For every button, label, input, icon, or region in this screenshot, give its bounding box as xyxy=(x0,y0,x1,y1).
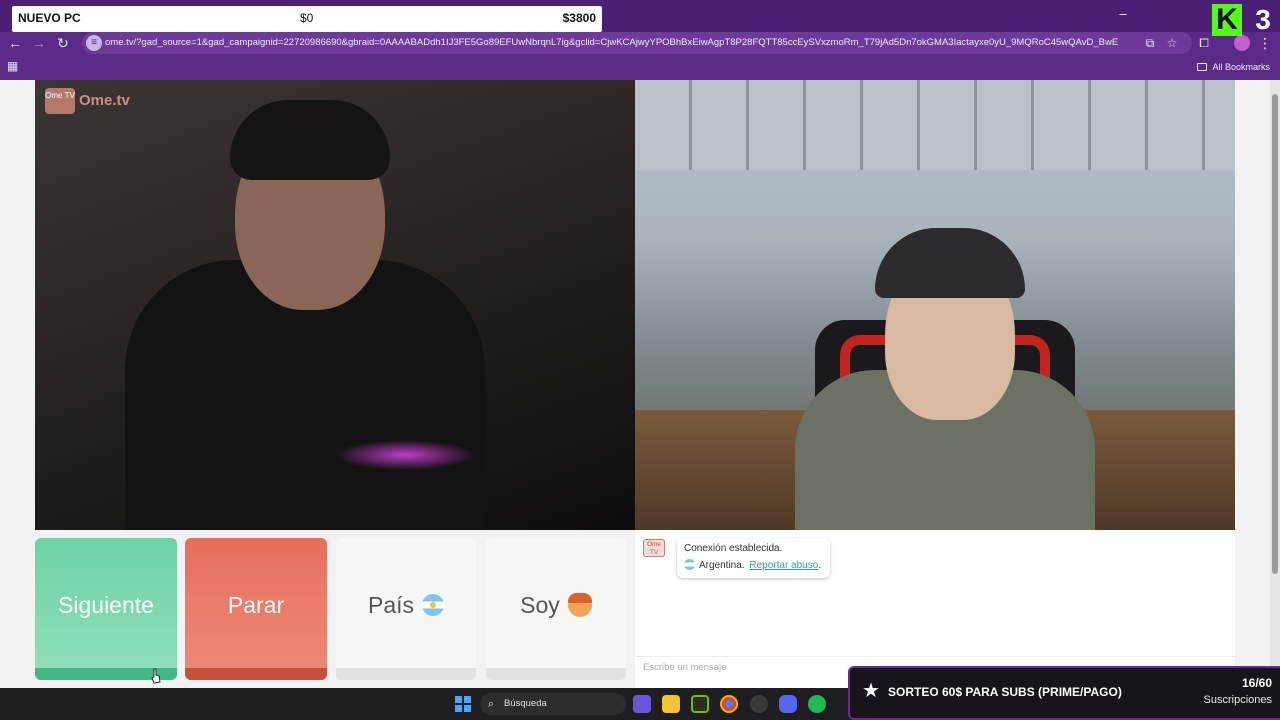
next-button-label: Siguiente xyxy=(58,592,154,618)
all-bookmarks[interactable]: All Bookmarks xyxy=(1197,60,1270,74)
pc-goal-title: NUEVO PC xyxy=(18,11,81,25)
reload-icon[interactable]: ↻ xyxy=(54,34,72,52)
system-message-bubble: Conexión establecida. Argentina. Reporta… xyxy=(677,538,830,578)
self-cap xyxy=(875,228,1025,298)
url-text[interactable]: ome.tv/?gad_source=1&gad_campaignid=2272… xyxy=(105,36,1135,50)
install-app-icon[interactable]: ⧉ xyxy=(1142,35,1158,51)
page-scrollbar[interactable] xyxy=(1270,80,1280,688)
browser-menu-icon[interactable]: ⋮ xyxy=(1258,34,1272,52)
pc-goal-bar: NUEVO PC $0 $3800 xyxy=(12,6,602,32)
all-bookmarks-label: All Bookmarks xyxy=(1212,62,1270,72)
stop-button[interactable]: Parar xyxy=(185,538,327,680)
folder-icon xyxy=(1197,63,1208,71)
scroll-thumb[interactable] xyxy=(1272,94,1278,574)
start-tile-3 xyxy=(455,705,462,712)
address-bar[interactable]: ≡ ome.tv/?gad_source=1&gad_campaignid=22… xyxy=(82,32,1192,54)
connection-status-text: Conexión establecida. xyxy=(684,543,783,554)
stranger-video: Ome TV Ome.tv xyxy=(35,80,635,530)
start-tile-2 xyxy=(464,696,471,703)
profile-avatar[interactable] xyxy=(1234,35,1250,51)
giveaway-overlay: ★ SORTEO 60$ PARA SUBS (PRIME/PAGO) 16/6… xyxy=(848,666,1280,720)
chat-divider xyxy=(635,656,1235,657)
kick-number: 3 xyxy=(1255,4,1271,35)
argentina-flag-icon xyxy=(422,594,445,616)
start-tile-4 xyxy=(464,705,471,712)
country-button[interactable]: País xyxy=(336,538,476,680)
stranger-country-line: Argentina. Reportar abuso. xyxy=(684,559,821,571)
country-button-label: País xyxy=(367,592,415,618)
minimize-icon[interactable]: – xyxy=(1112,4,1134,24)
stranger-hair xyxy=(230,100,390,180)
window-controls: – xyxy=(1112,4,1202,24)
stop-button-label: Parar xyxy=(227,592,285,618)
site-info-icon[interactable]: ≡ xyxy=(86,35,102,51)
gender-button-label: Soy xyxy=(520,592,560,618)
giveaway-title: SORTEO 60$ PARA SUBS (PRIME/PAGO) xyxy=(888,685,1122,699)
back-icon[interactable]: ← xyxy=(6,34,24,52)
self-video xyxy=(635,80,1235,530)
pc-goal-current: $0 xyxy=(300,11,314,25)
extensions-icon[interactable]: ⧠ xyxy=(1196,35,1212,51)
taskbar-search-placeholder: Búsqueda xyxy=(504,698,547,709)
stop-button-shade xyxy=(185,668,327,680)
file-explorer-icon[interactable] xyxy=(662,695,680,713)
subs-count: 16/60 xyxy=(1241,676,1272,690)
start-tile-1 xyxy=(455,696,462,703)
stranger-country: Argentina. xyxy=(699,560,745,571)
argentina-flag-icon xyxy=(684,559,695,570)
pc-goal-target: $3800 xyxy=(562,11,596,25)
meet-app-icon[interactable] xyxy=(633,695,651,713)
bookmark-star-icon[interactable]: ☆ xyxy=(1164,35,1180,51)
gender-button[interactable]: Soy xyxy=(486,538,626,680)
obs-icon[interactable] xyxy=(750,695,768,713)
discord-icon[interactable] xyxy=(779,695,797,713)
spotify-icon[interactable] xyxy=(808,695,826,713)
nvidia-icon[interactable] xyxy=(691,695,709,713)
star-icon: ★ xyxy=(862,680,880,702)
screen: – ← → ↻ ≡ ome.tv/?gad_source=1&gad_campa… xyxy=(0,0,1280,720)
hand-cursor-icon xyxy=(151,668,161,684)
subs-label: Suscripciones xyxy=(1203,694,1272,706)
gender-button-shade xyxy=(486,668,626,680)
boy-face-icon xyxy=(567,593,592,617)
bookmarks-bar: ▦ All Bookmarks xyxy=(0,56,1280,78)
chat-panel: Ome TV Conexión establecida. Argentina. … xyxy=(635,530,1235,688)
ome-tv-logo-icon: Ome TV xyxy=(45,88,75,114)
country-button-shade xyxy=(336,668,476,680)
forward-icon[interactable]: → xyxy=(30,34,48,52)
ceiling xyxy=(635,80,1235,170)
apps-grid-icon[interactable]: ▦ xyxy=(7,60,19,72)
kick-logo: K 3 xyxy=(1212,4,1278,36)
search-icon: ⌕ xyxy=(488,698,495,710)
address-row: ← → ↻ ≡ ome.tv/?gad_source=1&gad_campaig… xyxy=(0,32,1280,54)
taskbar-search[interactable]: ⌕ Búsqueda xyxy=(480,693,626,715)
windows-start-icon[interactable] xyxy=(455,696,471,712)
next-button[interactable]: Siguiente xyxy=(35,538,177,680)
chrome-icon[interactable] xyxy=(720,695,738,713)
report-abuse-suffix: . xyxy=(818,560,822,571)
ome-tv-logo-text: Ome.tv xyxy=(79,92,130,109)
kick-k-icon: K xyxy=(1212,4,1242,36)
keyboard-glow xyxy=(335,440,475,470)
report-abuse-link[interactable]: Reportar abuso xyxy=(749,560,818,571)
ome-tv-avatar-icon: Ome TV xyxy=(643,539,665,557)
